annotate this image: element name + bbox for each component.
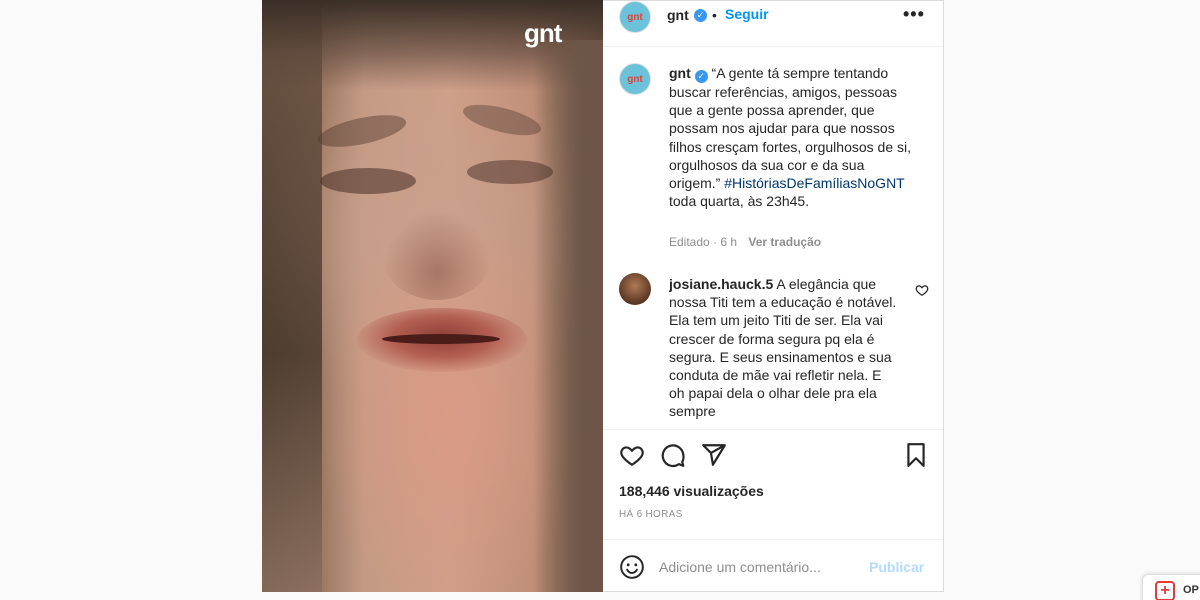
separator-dot: • bbox=[712, 7, 717, 23]
caption-text: “A gente tá sempre tentando buscar refer… bbox=[669, 65, 911, 192]
caption-meta: Editado · 6 h Ver tradução bbox=[669, 235, 821, 249]
comment-input[interactable] bbox=[659, 554, 859, 580]
author-username[interactable]: gnt bbox=[667, 7, 689, 23]
more-options-icon[interactable]: ••• bbox=[903, 4, 925, 25]
follow-button[interactable]: Seguir bbox=[725, 6, 769, 22]
heart-icon[interactable] bbox=[619, 442, 645, 468]
nose-shape bbox=[382, 210, 492, 300]
caption-username[interactable]: gnt bbox=[669, 65, 691, 81]
verified-badge-icon: ✓ bbox=[694, 70, 708, 83]
add-comment-bar: Publicar bbox=[603, 539, 943, 592]
comment-username[interactable]: josiane.hauck.5 bbox=[669, 276, 773, 292]
views-count[interactable]: 188,446 visualizações bbox=[619, 483, 764, 499]
caption-author-avatar[interactable]: gnt bbox=[619, 63, 651, 95]
widget-label: OP bbox=[1183, 584, 1199, 596]
bookmark-icon[interactable] bbox=[903, 442, 929, 468]
page: gnt gnt gnt ✓ • Seguir ••• gnt gnt ✓ “A … bbox=[0, 0, 1200, 600]
left-eye-shape bbox=[320, 168, 416, 194]
post-timestamp[interactable]: HÁ 6 HORAS bbox=[619, 509, 683, 520]
post-caption: gnt ✓ “A gente tá sempre tentando buscar… bbox=[669, 64, 919, 210]
hair-right-shape bbox=[533, 40, 603, 592]
avatar-label: gnt bbox=[627, 11, 643, 23]
right-eye-shape bbox=[467, 160, 553, 184]
comment-item: josiane.hauck.5 A elegância que nossa Ti… bbox=[669, 275, 899, 421]
post-side-panel: gnt gnt ✓ • Seguir ••• gnt gnt ✓ “A gent… bbox=[603, 0, 944, 592]
left-brow-shape bbox=[315, 108, 409, 154]
medical-plus-icon: + bbox=[1155, 581, 1175, 600]
comment-icon[interactable] bbox=[660, 442, 686, 468]
publish-button[interactable]: Publicar bbox=[869, 559, 924, 575]
see-translation-button[interactable]: Ver tradução bbox=[748, 235, 821, 249]
verified-badge-icon: ✓ bbox=[694, 9, 707, 22]
hashtag-link[interactable]: #HistóriasDeFamíliasNoGNT bbox=[724, 175, 904, 191]
gnt-watermark-logo: gnt bbox=[524, 18, 562, 48]
right-brow-shape bbox=[460, 98, 544, 142]
emoji-icon[interactable] bbox=[619, 554, 645, 580]
post-header: gnt gnt ✓ • Seguir ••• bbox=[603, 1, 943, 47]
mouth-shape bbox=[382, 334, 500, 344]
post-video[interactable]: gnt bbox=[262, 0, 603, 592]
caption-tail-text: toda quarta, às 23h45. bbox=[669, 193, 810, 210]
floating-widget[interactable]: + OP bbox=[1142, 574, 1200, 600]
commenter-avatar[interactable] bbox=[619, 273, 651, 305]
action-bar bbox=[603, 429, 943, 479]
edited-label: Editado · 6 h bbox=[669, 235, 738, 249]
author-avatar[interactable]: gnt bbox=[619, 1, 651, 33]
share-icon[interactable] bbox=[701, 442, 727, 468]
avatar-label: gnt bbox=[627, 73, 643, 85]
comment-like-heart-icon[interactable] bbox=[915, 283, 929, 297]
comment-text: A elegância que nossa Titi tem a educaçã… bbox=[669, 276, 897, 420]
